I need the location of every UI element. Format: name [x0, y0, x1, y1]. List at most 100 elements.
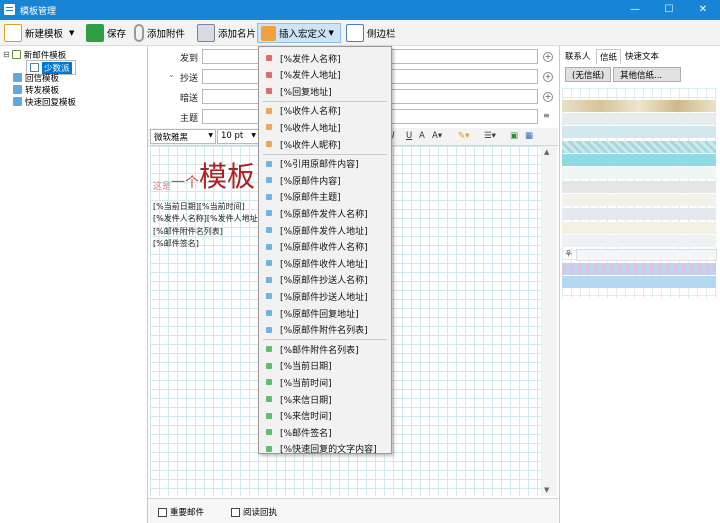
macro-menu-item[interactable]: [%来信时间]	[261, 408, 389, 424]
menu-separator	[263, 339, 387, 341]
insert-image-icon[interactable]: ▣	[510, 131, 518, 141]
read-receipt-checkbox[interactable]: 阅读回执	[231, 506, 277, 518]
macro-menu-item[interactable]: [%发件人名称]	[261, 50, 389, 66]
sidebar-toggle-button[interactable]: 侧边栏	[346, 23, 396, 43]
paperclip-icon	[134, 24, 144, 42]
macro-menu-item[interactable]: [%原邮件附件名列表]	[261, 322, 389, 338]
macro-menu-item-label: [%原邮件主题]	[280, 193, 341, 204]
macro-menu-item[interactable]: [%回复地址]	[261, 83, 389, 99]
stationery-swatch[interactable]	[562, 113, 716, 125]
stationery-swatch[interactable]	[562, 126, 716, 138]
macro-menu-item[interactable]: [%邮件签名]	[261, 424, 389, 440]
macro-menu-item[interactable]: [%原邮件抄送人地址]	[261, 288, 389, 304]
add-attachment-label: 添加附件	[147, 29, 186, 40]
title-bar: 模板管理 — ☐ ✕	[0, 0, 720, 20]
macro-icon	[261, 25, 276, 41]
checkbox-box[interactable]	[158, 507, 167, 517]
macro-menu-item[interactable]: [%原邮件回复地址]	[261, 305, 389, 321]
subject-options-icon[interactable]: ≡	[543, 111, 550, 120]
stationery-swatch[interactable]	[562, 141, 716, 153]
macro-menu-item[interactable]: [%收件人名称]	[261, 103, 389, 119]
scroll-up-icon[interactable]: ▲	[544, 148, 549, 156]
stationery-swatch[interactable]	[562, 235, 716, 247]
macro-menu-item[interactable]: [%引用原邮件内容]	[261, 156, 389, 172]
italic-icon[interactable]: I	[392, 131, 395, 141]
macro-menu-item-label: [%回复地址]	[280, 87, 332, 98]
macro-menu-item[interactable]: [%原邮件发件人名称]	[261, 205, 389, 221]
stationery-swatch[interactable]	[562, 276, 716, 288]
save-label: 保存	[107, 29, 127, 40]
insert-macro-menu: [%发件人名称] [%发件人地址] [%回复地址] [%收件人名称] [%收件人地址] […	[258, 46, 392, 457]
macro-menu-item[interactable]: [%快速回复的文字内容]	[261, 441, 389, 457]
stationery-swatch[interactable]	[562, 181, 716, 193]
important-label: 重要邮件	[170, 508, 205, 518]
font-size-select[interactable]: 10 pt ▼	[217, 129, 259, 144]
add-recipient-icon[interactable]: +	[543, 52, 553, 62]
macro-menu-item[interactable]: [%当前时间]	[261, 374, 389, 390]
scroll-down-icon[interactable]: ▼	[544, 486, 549, 494]
stationery-swatch[interactable]	[562, 167, 716, 179]
macro-bullet-icon	[266, 177, 272, 184]
other-stationery-button[interactable]: 其他信纸...	[613, 67, 681, 82]
macro-menu-item[interactable]: [%发件人地址]	[261, 67, 389, 83]
insert-macro-button[interactable]: 插入宏定义 ▼	[257, 23, 341, 43]
important-checkbox[interactable]: 重要邮件	[158, 506, 204, 518]
no-stationery-button[interactable]: (无信纸)	[565, 67, 612, 82]
macro-menu-item[interactable]: [%来信日期]	[261, 391, 389, 407]
strikethrough-icon[interactable]: A	[419, 131, 425, 141]
stationery-swatch[interactable]	[562, 154, 716, 166]
tab-stationery[interactable]: 信纸	[596, 49, 622, 64]
macro-menu-item[interactable]: [%原邮件抄送人名称]	[261, 272, 389, 288]
collapse-icon[interactable]: ⊟	[3, 50, 10, 59]
editor-scrollbar[interactable]: ▲ ▼	[541, 146, 557, 496]
new-template-button[interactable]: 新建模板 ▼	[4, 23, 74, 43]
stationery-swatch[interactable]	[562, 100, 716, 112]
add-card-button[interactable]: 添加名片	[197, 23, 256, 43]
macro-menu-item[interactable]: [%原邮件内容]	[261, 172, 389, 188]
checkbox-box[interactable]	[231, 507, 240, 517]
close-button[interactable]: ✕	[686, 0, 720, 20]
underline-icon[interactable]: U	[406, 131, 412, 141]
minimize-button[interactable]: —	[618, 0, 652, 20]
stationery-swatch[interactable]	[562, 263, 716, 275]
tree-node-forward[interactable]: 转发模板	[13, 84, 60, 96]
maximize-button[interactable]: ☐	[652, 0, 686, 20]
macro-bullet-icon	[266, 293, 272, 300]
tree-node-label: 转发模板	[25, 85, 60, 96]
macro-menu-item[interactable]: [%原邮件主题]	[261, 189, 389, 205]
text-color-icon[interactable]: A▾	[432, 131, 442, 141]
insert-table-icon[interactable]: ▦	[525, 131, 533, 141]
bottom-bar: 重要邮件 阅读回执	[148, 498, 558, 523]
chevron-down-icon: ▼	[251, 132, 256, 139]
menu-separator	[263, 100, 387, 102]
add-attachment-button[interactable]: 添加附件	[134, 23, 185, 43]
cc-label: 抄送	[180, 74, 199, 84]
add-bcc-icon[interactable]: +	[543, 92, 553, 102]
stationery-swatch[interactable]	[562, 208, 716, 220]
tree-node-reply[interactable]: 回信模板	[13, 72, 59, 84]
tree-node-quick-reply[interactable]: 快速回复模板	[13, 96, 76, 108]
macro-menu-item-label: [%原邮件抄送人名称]	[280, 276, 368, 287]
macro-menu-item[interactable]: [%原邮件收件人地址]	[261, 255, 389, 271]
macro-menu-item-label: [%邮件签名]	[280, 428, 332, 439]
macro-menu-item[interactable]: [%收件人地址]	[261, 119, 389, 135]
save-button[interactable]: 保存	[86, 23, 126, 43]
add-cc-icon[interactable]: +	[543, 72, 553, 82]
stationery-swatch[interactable]	[576, 249, 717, 261]
font-family-select[interactable]: 微软雅黑 ▼	[150, 129, 216, 144]
editor-line: [%邮件签名]	[153, 239, 199, 248]
macro-menu-item[interactable]: [%邮件附件名列表]	[261, 341, 389, 357]
macro-menu-item[interactable]: [%收件人昵称]	[261, 136, 389, 152]
tree-node-new-mail[interactable]: ⊟ 新邮件模板	[3, 49, 66, 61]
macro-menu-item-label: [%发件人地址]	[280, 71, 341, 82]
tab-quick-text[interactable]: 快速文本	[622, 49, 662, 63]
macro-menu-item[interactable]: [%原邮件发件人地址]	[261, 222, 389, 238]
tab-contacts[interactable]: 联系人	[562, 49, 594, 63]
expand-cc-icon[interactable]: ⌄	[168, 70, 175, 79]
stationery-swatch[interactable]	[562, 194, 716, 206]
stationery-swatch[interactable]	[562, 222, 716, 234]
highlight-icon[interactable]: ✎▾	[458, 131, 469, 141]
macro-menu-item[interactable]: [%当前日期]	[261, 358, 389, 374]
macro-menu-item[interactable]: [%原邮件收件人名称]	[261, 239, 389, 255]
list-icon[interactable]: ☰▾	[484, 131, 496, 141]
